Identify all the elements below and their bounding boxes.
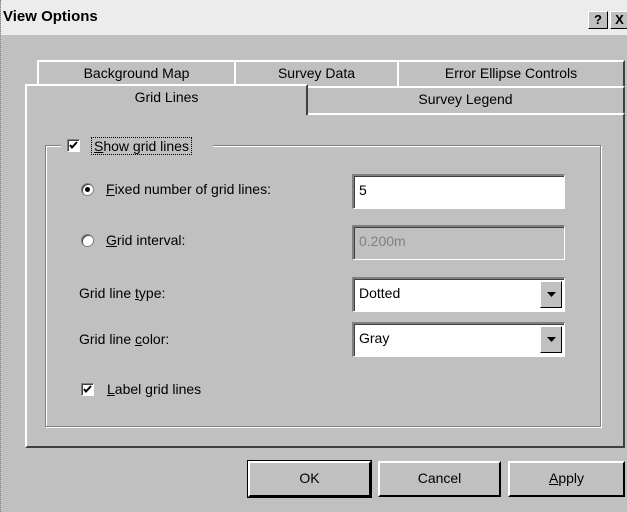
apply-button[interactable]: Apply xyxy=(508,461,625,497)
grid-line-color-select[interactable]: Gray xyxy=(352,322,565,357)
ok-button[interactable]: OK xyxy=(247,460,372,498)
grid-interval-radio[interactable] xyxy=(81,234,94,247)
grid-line-color-value: Gray xyxy=(359,330,390,346)
checkmark-icon xyxy=(83,385,92,394)
label-grid-lines-label[interactable]: Label grid lines xyxy=(107,381,201,397)
help-button[interactable]: ? xyxy=(588,11,608,29)
fixed-number-label: Fixed number of grid lines: xyxy=(106,181,271,197)
show-grid-lines-label[interactable]: Show grid lines xyxy=(91,137,192,155)
fixed-number-input[interactable]: 5 xyxy=(352,174,565,209)
view-options-dialog: View Options ? X Background Map Survey D… xyxy=(0,0,627,512)
grid-line-type-label: Grid line type: xyxy=(79,285,166,301)
tab-survey-data[interactable]: Survey Data xyxy=(234,60,399,86)
grid-line-type-value: Dotted xyxy=(359,285,401,301)
grid-interval-label: Grid interval: xyxy=(106,232,186,248)
tab-background-map[interactable]: Background Map xyxy=(37,60,236,86)
grid-interval-input[interactable]: 0.200m xyxy=(352,225,565,260)
tab-error-ellipse-controls[interactable]: Error Ellipse Controls xyxy=(397,60,625,86)
tab-grid-lines[interactable]: Grid Lines xyxy=(25,84,308,115)
label-grid-lines-checkbox[interactable] xyxy=(81,383,94,396)
grid-line-color-label: Grid line color: xyxy=(79,331,170,347)
title-bar[interactable]: View Options ? X xyxy=(1,0,627,35)
dropdown-arrow-icon xyxy=(547,337,556,342)
checkmark-icon xyxy=(69,141,78,150)
fixed-number-radio[interactable] xyxy=(81,183,94,196)
radio-selected-dot xyxy=(85,187,90,192)
show-grid-lines-checkbox[interactable] xyxy=(67,139,80,152)
cancel-button[interactable]: Cancel xyxy=(378,461,501,497)
grid-line-color-dropdown-button[interactable] xyxy=(540,326,562,353)
grid-line-type-select[interactable]: Dotted xyxy=(352,277,565,312)
window-title: View Options xyxy=(3,8,98,25)
tab-survey-legend[interactable]: Survey Legend xyxy=(306,86,625,114)
grid-line-type-dropdown-button[interactable] xyxy=(540,281,562,308)
close-button[interactable]: X xyxy=(610,11,627,29)
dropdown-arrow-icon xyxy=(547,292,556,297)
